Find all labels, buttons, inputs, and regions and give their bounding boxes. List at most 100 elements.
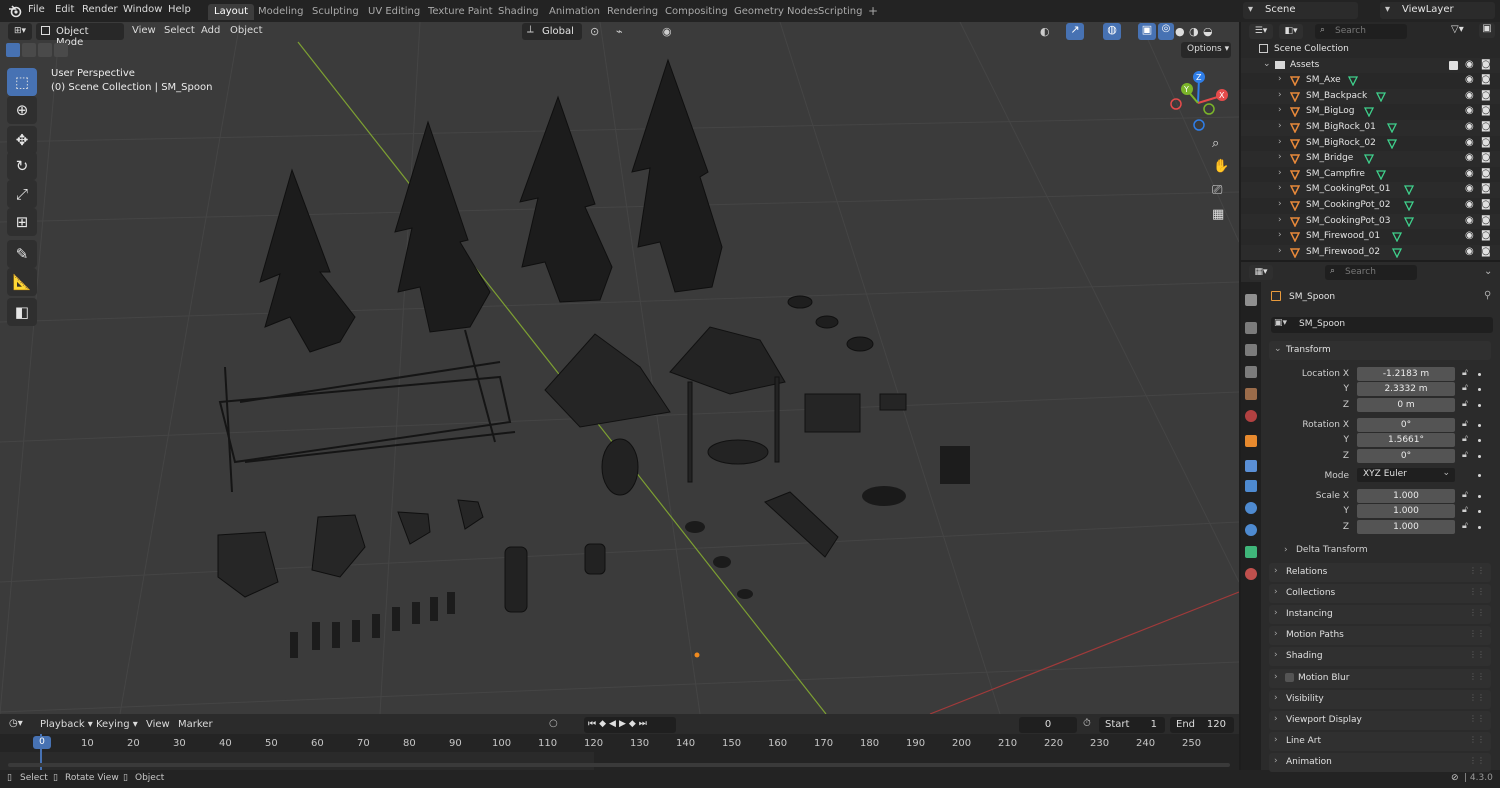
properties-editor-type-icon[interactable]: ▦▾ <box>1249 265 1273 280</box>
outliner-item[interactable]: › SM_BigRock_02 ◉ ◙ <box>1241 136 1500 152</box>
eye-icon[interactable]: ◉ <box>1465 59 1474 70</box>
eye-icon[interactable]: ◉ <box>1465 168 1474 179</box>
measure-tool-icon[interactable]: 📐 <box>7 268 37 296</box>
lock-icon[interactable]: 🔓︎ <box>1462 434 1468 444</box>
perspective-toggle-icon[interactable]: ▦ <box>1212 207 1224 222</box>
properties-search-input[interactable]: ⌕ Search <box>1325 265 1417 280</box>
chevron-right-icon[interactable]: › <box>1278 152 1282 162</box>
bedroll-mesh[interactable] <box>862 486 906 506</box>
annotate-tool-icon[interactable]: ✎ <box>7 240 37 268</box>
outliner-item[interactable]: › SM_Bridge ◉ ◙ <box>1241 151 1500 167</box>
start-frame-field[interactable]: Start 1 <box>1099 717 1165 733</box>
chevron-right-icon[interactable]: › <box>1278 90 1282 100</box>
drag-handle-icon[interactable]: ⋮⋮ <box>1469 587 1485 596</box>
vp-menu-add[interactable]: Add <box>201 25 220 36</box>
cooking-pots-mesh[interactable] <box>685 521 753 599</box>
outliner-editor-type-icon[interactable]: ☰▾ <box>1249 24 1273 39</box>
firewood-mesh[interactable] <box>290 592 455 658</box>
outliner-row-assets[interactable]: ⌄ Assets ◉ ◙ <box>1241 57 1500 74</box>
vp-menu-view[interactable]: View <box>132 25 156 36</box>
object-tab-icon[interactable] <box>1245 435 1257 447</box>
xray-toggle-icon[interactable]: ▣ <box>1138 23 1156 40</box>
camera-view-icon[interactable]: ⎚ <box>1212 183 1222 198</box>
add-cube-tool-icon[interactable]: ◧ <box>7 298 37 326</box>
tab-geometry-nodes[interactable]: Geometry Nodes <box>728 4 824 20</box>
tab-texture-paint[interactable]: Texture Paint <box>422 4 499 20</box>
end-frame-field[interactable]: End 120 <box>1170 717 1234 733</box>
camera-icon[interactable]: ◙ <box>1481 59 1491 70</box>
outliner-item[interactable]: › SM_Firewood_01 ◉ ◙ <box>1241 229 1500 245</box>
vp-menu-select[interactable]: Select <box>164 25 195 36</box>
snap-icon[interactable]: ⌁ <box>616 25 623 38</box>
mesh-data-icon[interactable] <box>1347 76 1358 87</box>
mesh-data-icon[interactable] <box>1392 232 1403 243</box>
spoon-origin-marker[interactable] <box>694 652 700 658</box>
chevron-right-icon[interactable]: › <box>1278 121 1282 131</box>
panel-relations[interactable]: › Relations ⋮⋮ <box>1269 563 1491 582</box>
lock-icon[interactable]: 🔓︎ <box>1462 419 1468 429</box>
camera-icon[interactable]: ◙ <box>1481 137 1491 148</box>
barrel-mesh[interactable] <box>601 438 639 496</box>
stool-mesh[interactable] <box>879 393 907 411</box>
lantern-mesh[interactable] <box>584 543 606 575</box>
mesh-data-icon[interactable] <box>1375 170 1386 180</box>
chevron-right-icon[interactable]: › <box>1278 230 1282 240</box>
physics-tab-icon[interactable] <box>1245 502 1257 514</box>
material-tab-icon[interactable] <box>1245 568 1257 580</box>
gizmo-toggle-icon[interactable]: ↗ <box>1066 23 1084 40</box>
tl-menu-view[interactable]: View <box>146 719 170 730</box>
drag-handle-icon[interactable]: ⋮⋮ <box>1469 735 1485 744</box>
keyframe-dot-icon[interactable] <box>1478 424 1481 427</box>
tl-menu-playback[interactable]: Playback ▾ <box>40 719 93 730</box>
chevron-right-icon[interactable]: › <box>1278 168 1282 178</box>
keyframe-dot-icon[interactable] <box>1478 510 1481 513</box>
scale-z-field[interactable]: 1.000 <box>1357 520 1455 534</box>
motion-blur-checkbox[interactable] <box>1285 672 1294 682</box>
camera-icon[interactable]: ◙ <box>1481 152 1491 163</box>
outliner-item[interactable]: › SM_CookingPot_03 ◉ ◙ <box>1241 213 1500 230</box>
camera-icon[interactable]: ◙ <box>1481 230 1491 241</box>
pine-tree-1[interactable] <box>259 168 356 353</box>
keyframe-dot-icon[interactable] <box>1478 526 1481 529</box>
scale-x-field[interactable]: 1.000 <box>1357 489 1455 503</box>
tab-compositing[interactable]: Compositing <box>659 4 734 20</box>
drag-handle-icon[interactable]: ⋮⋮ <box>1469 714 1485 723</box>
big-log-mesh[interactable] <box>504 546 528 613</box>
mesh-data-icon[interactable] <box>1386 123 1397 133</box>
rotate-tool-icon[interactable]: ↻ <box>7 152 37 180</box>
timeline-editor-type-icon[interactable]: ◷▾ <box>9 718 23 729</box>
outliner-item[interactable]: › SM_Backpack ◉ ◙ <box>1241 88 1500 105</box>
tab-layout[interactable]: Layout <box>208 4 254 20</box>
drag-handle-icon[interactable]: ⋮⋮ <box>1469 693 1485 702</box>
mesh-data-icon[interactable] <box>1392 248 1403 258</box>
camera-icon[interactable]: ◙ <box>1481 121 1491 132</box>
panel-instancing[interactable]: › Instancing ⋮⋮ <box>1269 605 1491 625</box>
drag-handle-icon[interactable]: ⋮⋮ <box>1469 672 1485 681</box>
sleeping-bag-mesh[interactable] <box>764 491 839 558</box>
outliner-row-scene-collection[interactable]: Scene Collection <box>1241 42 1500 58</box>
mesh-data-icon[interactable] <box>1375 92 1386 102</box>
output-tab-icon[interactable] <box>1245 344 1257 356</box>
timeline-scrollbar[interactable] <box>8 763 1230 767</box>
rocks-mesh[interactable] <box>217 499 484 598</box>
select-new-icon[interactable] <box>6 43 20 57</box>
overlay-toggle-icon[interactable]: ◍ <box>1103 23 1121 40</box>
transform-tool-icon[interactable]: ⊞ <box>7 208 37 236</box>
jump-end-icon[interactable]: ⏭ <box>639 719 650 729</box>
chevron-right-icon[interactable]: › <box>1278 183 1282 193</box>
panel-animation[interactable]: › Animation ⋮⋮ <box>1269 752 1491 772</box>
tab-shading[interactable]: Shading <box>492 4 545 20</box>
properties-options-chevron-icon[interactable]: ⌄ <box>1484 266 1492 277</box>
outliner-item[interactable]: › SM_Firewood_02 ◉ ◙ <box>1241 244 1500 261</box>
visibility-icon[interactable]: ◐ <box>1040 25 1050 38</box>
keyframe-dot-icon[interactable] <box>1478 439 1481 442</box>
panel-line-art[interactable]: › Line Art ⋮⋮ <box>1269 731 1491 751</box>
material-shading-icon[interactable]: ◑ <box>1189 25 1199 38</box>
chevron-right-icon[interactable]: › <box>1278 199 1282 209</box>
playhead-frame-badge[interactable]: 0 <box>33 736 51 749</box>
chevron-right-icon[interactable]: › <box>1278 74 1282 84</box>
navigation-gizmo[interactable]: Z X Y <box>1168 70 1234 132</box>
lock-icon[interactable]: 🔓︎ <box>1462 505 1468 515</box>
constraints-tab-icon[interactable] <box>1245 524 1257 536</box>
eye-icon[interactable]: ◉ <box>1465 74 1474 85</box>
